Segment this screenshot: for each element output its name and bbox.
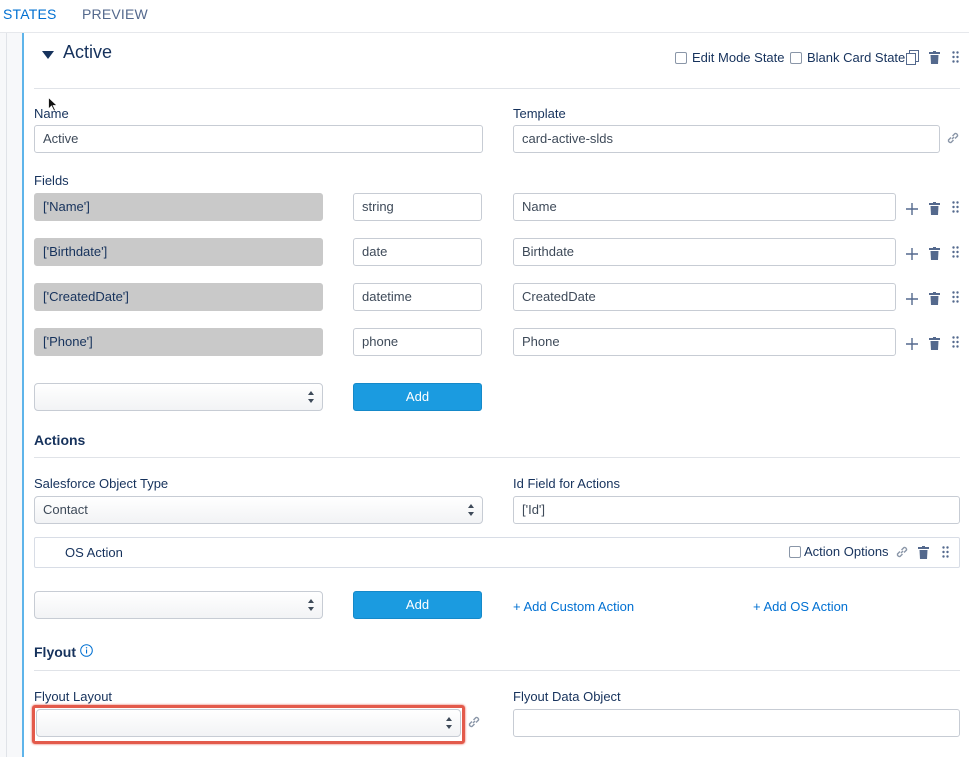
drag-handle-icon[interactable] [952,291,959,303]
caret-down-icon[interactable] [42,51,54,59]
field-key-name: ['Name'] [34,193,323,221]
actions-heading: Actions [34,432,86,448]
template-label: Template [513,106,566,121]
flyout-layout-highlight [32,705,465,744]
add-action-button[interactable]: Add [353,591,482,619]
actions-divider [34,457,960,458]
tab-preview[interactable]: PREVIEW [82,6,148,22]
trash-icon[interactable] [929,292,940,305]
left-gutter [0,33,22,757]
select-arrows-icon [308,391,316,403]
add-action-select[interactable] [34,591,323,619]
action-options-label: Action Options [804,544,889,559]
drag-handle-icon[interactable] [952,246,959,258]
field-type-birthdate[interactable]: date [353,238,482,266]
gutter-rule [6,33,7,757]
trash-icon[interactable] [929,247,940,260]
add-field-button[interactable]: Add [353,383,482,411]
info-icon[interactable] [80,644,93,657]
blank-card-label: Blank Card State [807,50,906,65]
state-accent-rule [22,33,24,757]
top-tabs: STATES PREVIEW [0,0,969,33]
os-action-label: OS Action [65,545,123,560]
blank-card-checkbox[interactable] [790,52,802,64]
link-icon[interactable] [895,545,909,559]
action-options-checkbox[interactable] [789,546,801,558]
field-label-birthdate[interactable]: Birthdate [513,238,896,266]
field-label-createddate[interactable]: CreatedDate [513,283,896,311]
os-action-row[interactable]: OS Action Action Options [34,537,960,568]
state-title: Active [63,42,113,62]
object-type-label: Salesforce Object Type [34,476,169,491]
field-key-createddate: ['CreatedDate'] [34,283,323,311]
drag-handle-icon[interactable] [952,201,959,213]
flyout-divider [34,670,960,671]
field-key-birthdate: ['Birthdate'] [34,238,323,266]
object-type-value: Contact [43,502,88,517]
plus-icon[interactable] [906,338,918,350]
drag-handle-icon[interactable] [952,51,959,63]
trash-icon[interactable] [929,51,940,64]
plus-icon[interactable] [906,203,918,215]
select-arrows-icon [468,504,476,516]
plus-icon[interactable] [906,248,918,260]
name-input[interactable]: Active [34,125,483,153]
link-icon[interactable] [467,715,481,729]
add-field-select[interactable] [34,383,323,411]
field-label-phone[interactable]: Phone [513,328,896,356]
header-divider [34,88,960,89]
drag-handle-icon[interactable] [942,546,949,558]
fields-label: Fields [34,173,69,188]
trash-icon[interactable] [918,546,929,559]
edit-mode-checkbox[interactable] [675,52,687,64]
template-input[interactable]: card-active-slds [513,125,940,153]
tab-states[interactable]: STATES [3,6,57,22]
select-arrows-icon [308,599,316,611]
trash-icon[interactable] [929,202,940,215]
copy-icon[interactable] [906,50,919,65]
plus-icon[interactable] [906,293,918,305]
name-label: Name [34,106,69,121]
id-field-input[interactable]: ['Id'] [513,496,960,524]
flyout-data-object-label: Flyout Data Object [513,689,621,704]
flyout-layout-label: Flyout Layout [34,689,113,704]
drag-handle-icon[interactable] [952,336,959,348]
flyout-data-object-input[interactable] [513,709,960,737]
field-key-phone: ['Phone'] [34,328,323,356]
flyout-heading: Flyout [34,644,76,660]
field-label-name[interactable]: Name [513,193,896,221]
id-field-label: Id Field for Actions [513,476,620,491]
link-icon[interactable] [946,131,960,145]
field-type-phone[interactable]: phone [353,328,482,356]
add-os-action-link[interactable]: + Add OS Action [753,599,848,614]
add-custom-action-link[interactable]: + Add Custom Action [513,599,634,614]
edit-mode-label: Edit Mode State [692,50,785,65]
trash-icon[interactable] [929,337,940,350]
field-type-name[interactable]: string [353,193,482,221]
field-type-createddate[interactable]: datetime [353,283,482,311]
object-type-select[interactable]: Contact [34,496,483,524]
